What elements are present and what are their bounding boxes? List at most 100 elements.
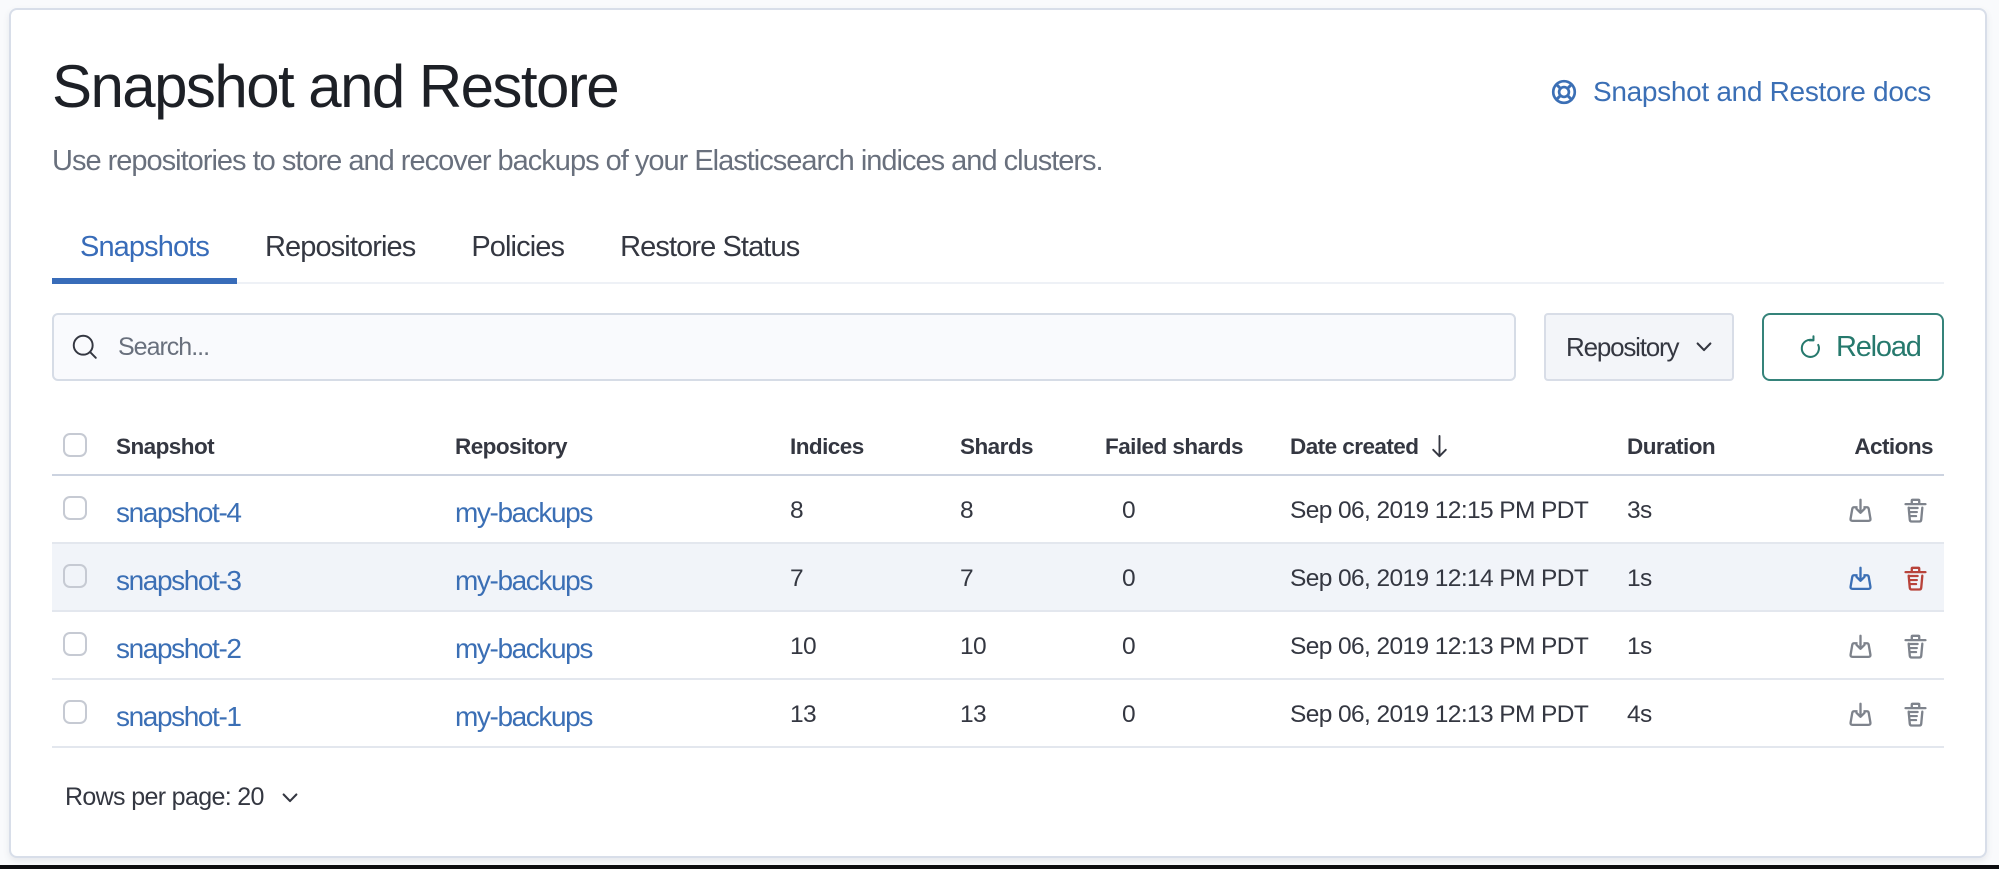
indices-cell: 13	[790, 679, 960, 747]
repository-cell: my-backups	[455, 475, 790, 543]
failed-shards-cell: 0	[1105, 679, 1290, 747]
actions-cell	[1846, 611, 1944, 679]
chevron-down-icon	[1693, 336, 1715, 358]
date-created-cell: Sep 06, 2019 12:14 PM PDT	[1290, 543, 1627, 611]
download-tray-icon	[1845, 699, 1876, 730]
table-row: snapshot-1 my-backups 13 13 0 Sep 06, 20…	[52, 679, 1944, 747]
checkbox-cell	[52, 543, 116, 611]
column-header-duration[interactable]: Duration	[1627, 424, 1846, 475]
column-header-snapshot[interactable]: Snapshot	[116, 424, 455, 475]
delete-snapshot-button[interactable]	[1900, 495, 1931, 526]
row-actions	[1846, 631, 1944, 662]
download-tray-icon	[1845, 631, 1876, 662]
trash-icon	[1900, 631, 1931, 662]
duration-cell: 3s	[1627, 475, 1846, 543]
refresh-icon	[1797, 334, 1824, 361]
snapshot-link[interactable]: snapshot-2	[116, 633, 241, 664]
column-header-date-created-label: Date created	[1290, 434, 1418, 460]
failed-shards-cell: 0	[1105, 611, 1290, 679]
indices-cell: 8	[790, 475, 960, 543]
docs-link-label: Snapshot and Restore docs	[1593, 76, 1931, 108]
help-icon	[1550, 78, 1578, 106]
column-header-indices[interactable]: Indices	[790, 424, 960, 475]
repository-cell: my-backups	[455, 611, 790, 679]
reload-button-label: Reload	[1836, 331, 1921, 364]
duration-cell: 4s	[1627, 679, 1846, 747]
toolbar: Repository Reload	[52, 313, 1944, 381]
repository-cell: my-backups	[455, 543, 790, 611]
restore-snapshot-button[interactable]	[1845, 631, 1876, 662]
tab-snapshots[interactable]: Snapshots	[52, 212, 237, 282]
date-created-cell: Sep 06, 2019 12:15 PM PDT	[1290, 475, 1627, 543]
table-row: snapshot-2 my-backups 10 10 0 Sep 06, 20…	[52, 611, 1944, 679]
page-header: Snapshot and Restore Snapshot and Restor…	[52, 55, 1944, 119]
actions-cell	[1846, 543, 1944, 611]
date-created-cell: Sep 06, 2019 12:13 PM PDT	[1290, 679, 1627, 747]
repository-filter-button[interactable]: Repository	[1544, 313, 1734, 381]
trash-icon	[1900, 699, 1931, 730]
row-actions	[1846, 563, 1944, 594]
tab-repositories[interactable]: Repositories	[237, 212, 443, 282]
restore-snapshot-button[interactable]	[1845, 563, 1876, 594]
shards-cell: 8	[960, 475, 1105, 543]
shards-cell: 13	[960, 679, 1105, 747]
tabs: SnapshotsRepositoriesPoliciesRestore Sta…	[52, 212, 1944, 284]
column-header-date-created[interactable]: Date created	[1290, 424, 1627, 475]
snapshot-link[interactable]: snapshot-1	[116, 701, 241, 732]
repository-link[interactable]: my-backups	[455, 701, 592, 732]
snapshot-cell: snapshot-4	[116, 475, 455, 543]
restore-snapshot-button[interactable]	[1845, 495, 1876, 526]
row-checkbox[interactable]	[63, 632, 87, 656]
snapshot-link[interactable]: snapshot-4	[116, 497, 241, 528]
docs-link[interactable]: Snapshot and Restore docs	[1550, 76, 1931, 108]
tab-policies[interactable]: Policies	[443, 212, 592, 282]
column-header-repository[interactable]: Repository	[455, 424, 790, 475]
table-row: snapshot-3 my-backups 7 7 0 Sep 06, 2019…	[52, 543, 1944, 611]
checkbox-cell	[52, 611, 116, 679]
date-created-cell: Sep 06, 2019 12:13 PM PDT	[1290, 611, 1627, 679]
delete-snapshot-button[interactable]	[1900, 699, 1931, 730]
column-header-shards[interactable]: Shards	[960, 424, 1105, 475]
snapshot-link[interactable]: snapshot-3	[116, 565, 241, 596]
column-header-actions: Actions	[1846, 424, 1944, 475]
actions-cell	[1846, 679, 1944, 747]
snapshot-restore-panel: Snapshot and Restore Snapshot and Restor…	[9, 8, 1987, 858]
shards-cell: 7	[960, 543, 1105, 611]
duration-cell: 1s	[1627, 611, 1846, 679]
snapshots-table: Snapshot Repository Indices Shards Faile…	[52, 424, 1944, 748]
window-bottom-edge	[0, 865, 1999, 869]
row-actions	[1846, 699, 1944, 730]
tab-restore-status[interactable]: Restore Status	[592, 212, 827, 282]
snapshot-cell: snapshot-3	[116, 543, 455, 611]
row-checkbox[interactable]	[63, 564, 87, 588]
search-icon	[70, 332, 100, 362]
column-header-select	[52, 424, 116, 475]
snapshot-cell: snapshot-2	[116, 611, 455, 679]
page-title: Snapshot and Restore	[52, 55, 618, 119]
row-checkbox[interactable]	[63, 700, 87, 724]
repository-link[interactable]: my-backups	[455, 565, 592, 596]
trash-icon	[1900, 563, 1931, 594]
actions-cell	[1846, 475, 1944, 543]
search-box	[52, 313, 1516, 381]
indices-cell: 10	[790, 611, 960, 679]
reload-button[interactable]: Reload	[1762, 313, 1944, 381]
failed-shards-cell: 0	[1105, 475, 1290, 543]
rows-per-page-text: Rows per page:	[65, 783, 231, 811]
row-checkbox[interactable]	[63, 496, 87, 520]
repository-filter-label: Repository	[1566, 332, 1678, 363]
checkbox-cell	[52, 475, 116, 543]
chevron-down-icon	[279, 787, 301, 809]
rows-per-page-button[interactable]: Rows per page: 20	[52, 783, 301, 812]
select-all-checkbox[interactable]	[63, 433, 87, 457]
table-header-row: Snapshot Repository Indices Shards Faile…	[52, 424, 1944, 475]
repository-link[interactable]: my-backups	[455, 633, 592, 664]
row-actions	[1846, 495, 1944, 526]
repository-link[interactable]: my-backups	[455, 497, 592, 528]
search-input[interactable]	[118, 333, 1498, 362]
sort-descending-icon	[1430, 431, 1449, 462]
delete-snapshot-button[interactable]	[1900, 563, 1931, 594]
restore-snapshot-button[interactable]	[1845, 699, 1876, 730]
column-header-failed-shards[interactable]: Failed shards	[1105, 424, 1290, 475]
delete-snapshot-button[interactable]	[1900, 631, 1931, 662]
